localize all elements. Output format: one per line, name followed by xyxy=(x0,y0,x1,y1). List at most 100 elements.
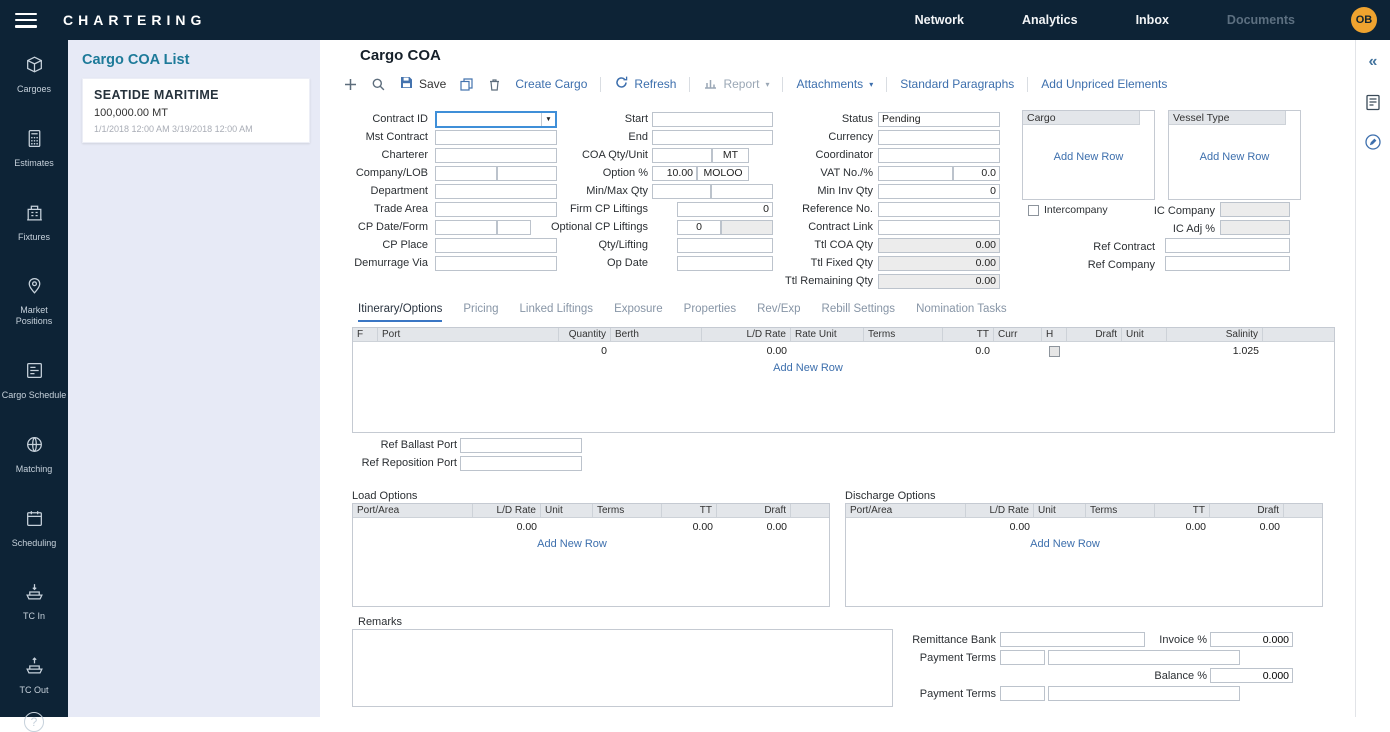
end-field[interactable] xyxy=(652,130,773,145)
cp-date-field[interactable] xyxy=(435,220,497,235)
ref-company-field[interactable] xyxy=(1165,256,1290,271)
sidebar-item-tc-out[interactable]: TC Out xyxy=(1,655,67,696)
cp-place-field[interactable] xyxy=(435,238,557,253)
collapse-panel-icon[interactable]: « xyxy=(1363,52,1383,72)
ref-reposition-port-field[interactable] xyxy=(460,456,582,471)
status-field[interactable]: Pending xyxy=(878,112,1000,127)
option-type-field[interactable]: MOLOO xyxy=(697,166,749,181)
invoice-pct-field[interactable]: 0.000 xyxy=(1210,632,1293,647)
save-button[interactable]: Save xyxy=(399,75,446,93)
sidebar-item-matching[interactable]: Matching xyxy=(1,434,67,475)
load-options-add-new-row-link[interactable]: Add New Row xyxy=(353,538,791,550)
attachments-button[interactable]: Attachments ▾ xyxy=(796,77,873,91)
contract-id-label: Contract ID xyxy=(340,113,428,125)
tab-rebill-settings[interactable]: Rebill Settings xyxy=(822,303,896,322)
company-field[interactable] xyxy=(435,166,497,181)
payment-terms-2-desc-field[interactable] xyxy=(1048,686,1240,701)
sidebar-item-cargo-schedule[interactable]: Cargo Schedule xyxy=(1,360,67,401)
coordinator-field[interactable] xyxy=(878,148,1000,163)
sidebar-item-fixtures[interactable]: Fixtures xyxy=(1,202,67,243)
report-button[interactable]: Report ▾ xyxy=(703,75,769,93)
nav-inbox[interactable]: Inbox xyxy=(1136,13,1169,27)
create-cargo-button[interactable]: Create Cargo xyxy=(515,77,587,91)
sidebar-item-tc-in[interactable]: TC In xyxy=(1,581,67,622)
load-options-title: Load Options xyxy=(352,490,417,502)
currency-field[interactable] xyxy=(878,130,1000,145)
vat-no-field[interactable] xyxy=(878,166,953,181)
coa-qty-field[interactable] xyxy=(652,148,712,163)
avatar[interactable]: OB xyxy=(1351,7,1377,33)
sidebar-item-scheduling[interactable]: Scheduling xyxy=(1,508,67,549)
min-inv-qty-field[interactable]: 0 xyxy=(878,184,1000,199)
delete-button[interactable] xyxy=(487,77,502,92)
mst-contract-field[interactable] xyxy=(435,130,557,145)
nav-analytics[interactable]: Analytics xyxy=(1022,13,1078,27)
discharge-options-row[interactable]: 0.00 0.00 0.00 xyxy=(846,518,1322,536)
vat-pct-field[interactable]: 0.0 xyxy=(953,166,1000,181)
cargo-add-new-row-link[interactable]: Add New Row xyxy=(1023,151,1154,163)
contract-id-combobox[interactable]: ▼ xyxy=(435,111,557,128)
ref-contract-field[interactable] xyxy=(1165,238,1290,253)
vessel-type-add-new-row-link[interactable]: Add New Row xyxy=(1169,151,1300,163)
add-unpriced-elements-button[interactable]: Add Unpriced Elements xyxy=(1041,77,1167,91)
ref-ballast-port-field[interactable] xyxy=(460,438,582,453)
page-title: Cargo COA xyxy=(360,47,441,64)
option-pct-field[interactable]: 10.00 xyxy=(652,166,697,181)
sidebar-item-estimates[interactable]: Estimates xyxy=(1,128,67,169)
trade-area-field[interactable] xyxy=(435,202,557,217)
payment-terms-code-field[interactable] xyxy=(1000,650,1045,665)
menu-icon[interactable] xyxy=(15,13,37,28)
demurrage-via-field[interactable] xyxy=(435,256,557,271)
vessel-type-grid-header: Vessel Type xyxy=(1169,111,1286,125)
payment-terms-desc-field[interactable] xyxy=(1048,650,1240,665)
payment-terms-2-code-field[interactable] xyxy=(1000,686,1045,701)
itinerary-row[interactable]: 0 0.00 0.0 1.025 xyxy=(353,342,1334,360)
trade-area-label: Trade Area xyxy=(340,203,428,215)
help-icon[interactable]: ? xyxy=(24,712,44,732)
discharge-options-add-new-row-link[interactable]: Add New Row xyxy=(846,538,1284,550)
toolbar: Save Create Cargo Refresh Report ▾ Attac… xyxy=(343,73,1167,95)
sidebar-item-market-positions[interactable]: Market Positions xyxy=(1,275,67,327)
coa-unit-field[interactable]: MT xyxy=(712,148,749,163)
itinerary-table: F Port Quantity Berth L/D Rate Rate Unit… xyxy=(352,327,1335,433)
intercompany-checkbox[interactable] xyxy=(1028,205,1039,216)
charterer-field[interactable] xyxy=(435,148,557,163)
list-item[interactable]: SEATIDE MARITIME 100,000.00 MT 1/1/2018 … xyxy=(82,78,310,143)
search-button[interactable] xyxy=(371,77,386,92)
optional-cp-liftings-field[interactable]: 0 xyxy=(677,220,721,235)
tab-rev-exp[interactable]: Rev/Exp xyxy=(757,303,800,322)
remittance-bank-field[interactable] xyxy=(1000,632,1145,647)
max-qty-field[interactable] xyxy=(711,184,773,199)
nav-network[interactable]: Network xyxy=(915,13,964,27)
itinerary-add-new-row-link[interactable]: Add New Row xyxy=(353,362,1263,374)
refresh-button[interactable]: Refresh xyxy=(614,75,676,93)
tab-linked-liftings[interactable]: Linked Liftings xyxy=(520,303,594,322)
tab-itinerary-options[interactable]: Itinerary/Options xyxy=(358,303,442,322)
tab-properties[interactable]: Properties xyxy=(684,303,736,322)
reference-no-field[interactable] xyxy=(878,202,1000,217)
min-qty-field[interactable] xyxy=(652,184,711,199)
form-properties-icon[interactable] xyxy=(1363,92,1383,112)
h-checkbox[interactable] xyxy=(1049,346,1060,357)
start-label: Start xyxy=(542,113,648,125)
add-button[interactable] xyxy=(343,77,358,92)
op-date-field[interactable] xyxy=(677,256,773,271)
standard-paragraphs-button[interactable]: Standard Paragraphs xyxy=(900,77,1014,91)
compose-icon[interactable] xyxy=(1363,132,1383,152)
firm-cp-liftings-field[interactable]: 0 xyxy=(677,202,773,217)
tab-nomination-tasks[interactable]: Nomination Tasks xyxy=(916,303,1007,322)
balance-pct-field[interactable]: 0.000 xyxy=(1210,668,1293,683)
contract-link-field[interactable] xyxy=(878,220,1000,235)
qty-lifting-field[interactable] xyxy=(677,238,773,253)
ld-rate-cell: 0.00 xyxy=(702,345,791,357)
tab-exposure[interactable]: Exposure xyxy=(614,303,663,322)
tab-pricing[interactable]: Pricing xyxy=(463,303,498,322)
load-options-row[interactable]: 0.00 0.00 0.00 xyxy=(353,518,829,536)
copy-button[interactable] xyxy=(459,77,474,92)
remarks-textarea[interactable] xyxy=(352,629,893,707)
cp-form-field[interactable] xyxy=(497,220,531,235)
sidebar-item-cargoes[interactable]: Cargoes xyxy=(1,54,67,95)
department-field[interactable] xyxy=(435,184,557,199)
ttl-fixed-qty-field: 0.00 xyxy=(878,256,1000,271)
start-field[interactable] xyxy=(652,112,773,127)
